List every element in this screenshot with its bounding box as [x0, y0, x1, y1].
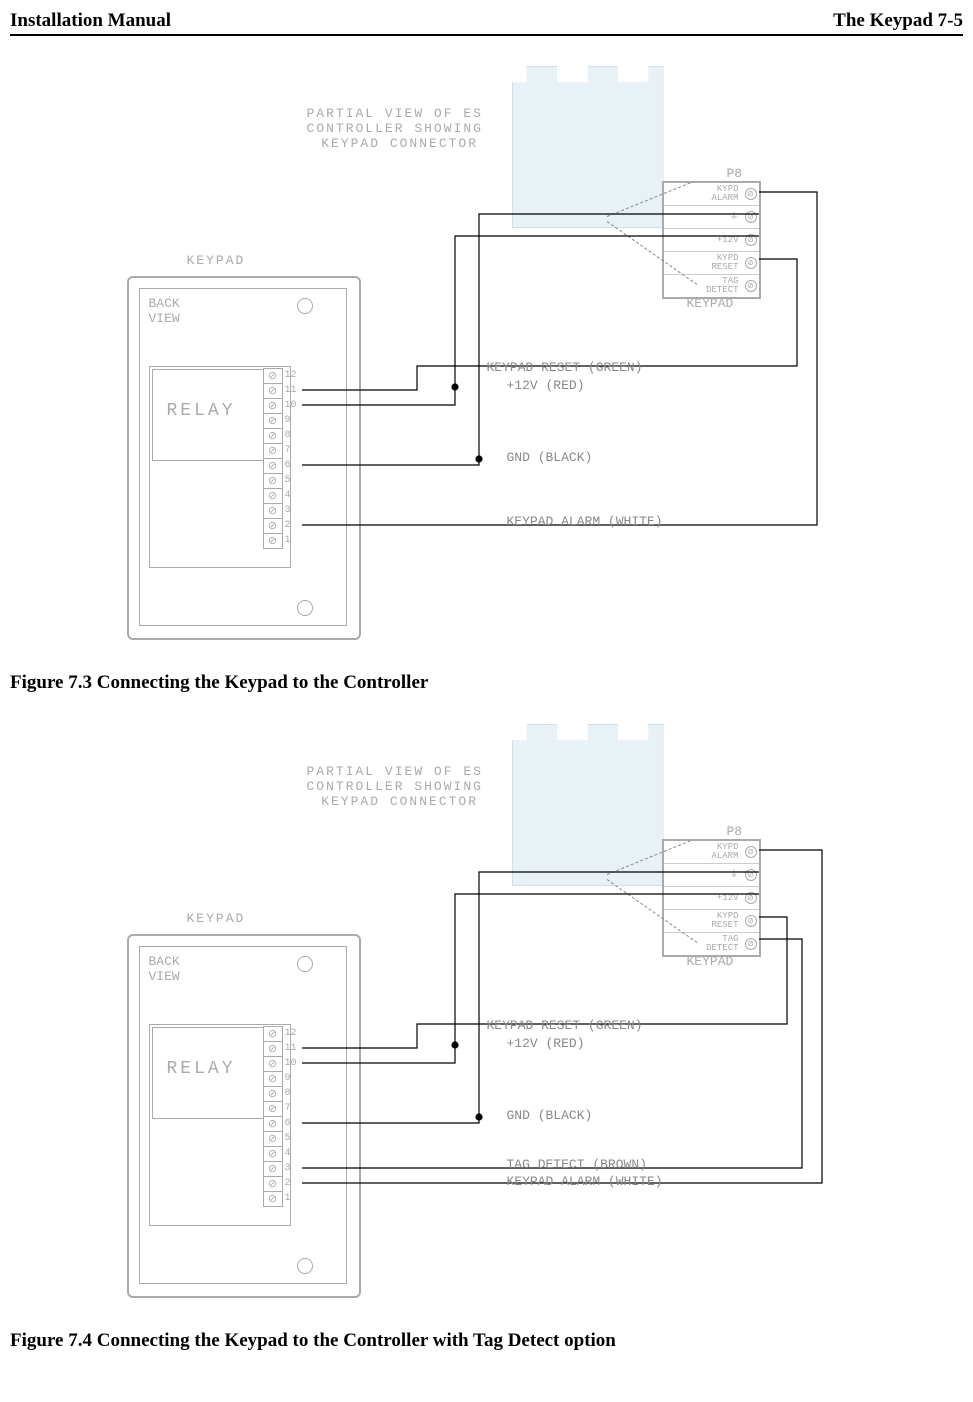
wire-label-tag: TAG DETECT (BROWN) [507, 1157, 647, 1172]
figure-7-4-diagram: PARTIAL VIEW OF ESCONTROLLER SHOWING KEY… [107, 724, 867, 1324]
figure-7-4-caption: Figure 7.4 Connecting the Keypad to the … [10, 1330, 963, 1352]
wire-label-gnd: GND (BLACK) [507, 1108, 593, 1123]
wire-label-12v: +12V (RED) [507, 1036, 585, 1051]
wire-label-alarm: KEYPAD ALARM (WHITE) [507, 1174, 663, 1189]
header-right: The Keypad 7-5 [833, 10, 963, 32]
page-header: Installation Manual The Keypad 7-5 [10, 10, 963, 36]
wire-label-alarm: KEYPAD ALARM (WHITE) [507, 514, 663, 529]
figure-7-3-diagram: PARTIAL VIEW OF ESCONTROLLER SHOWING KEY… [107, 66, 867, 666]
wire-label-gnd: GND (BLACK) [507, 450, 593, 465]
wire-label-reset: KEYPAD RESET (GREEN) [487, 1018, 643, 1033]
wire-label-12v: +12V (RED) [507, 378, 585, 393]
wire-label-reset: KEYPAD RESET (GREEN) [487, 360, 643, 375]
figure-7-3-caption: Figure 7.3 Connecting the Keypad to the … [10, 672, 963, 694]
header-left: Installation Manual [10, 10, 171, 32]
